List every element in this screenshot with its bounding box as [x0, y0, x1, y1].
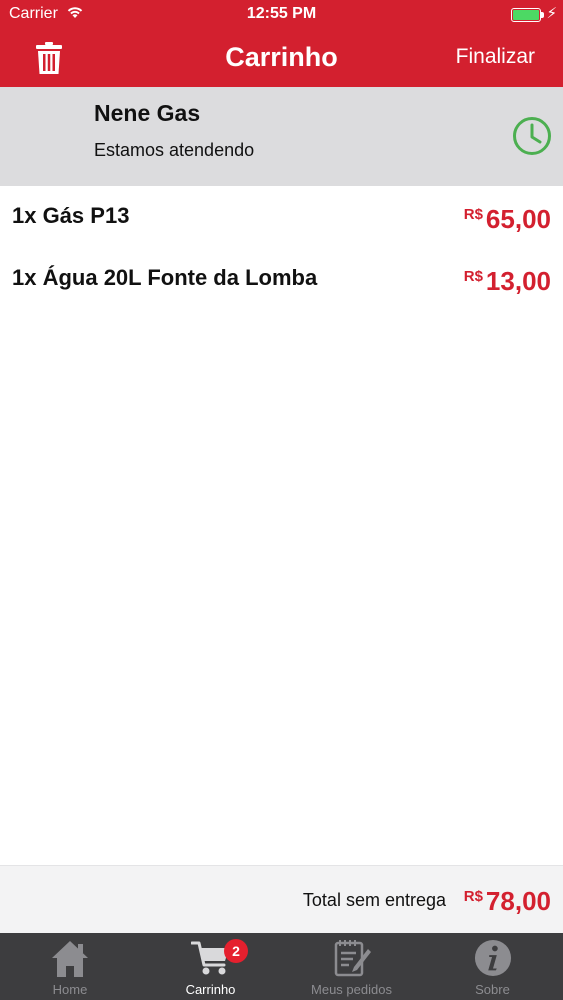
- tab-orders[interactable]: Meus pedidos: [281, 933, 422, 1000]
- tab-label: Carrinho: [185, 982, 236, 997]
- battery-tip: [541, 12, 544, 18]
- tab-bar: Home 2 Carrinho Meus pedidos Sobre: [0, 933, 563, 1000]
- cart-badge: 2: [224, 939, 248, 963]
- info-icon: [473, 939, 513, 982]
- total-price: R$ 78,00: [464, 886, 551, 917]
- tab-label: Meus pedidos: [311, 982, 392, 997]
- item-price: R$ 13,00: [464, 266, 551, 297]
- cart-item[interactable]: 1x Gás P13 R$ 65,00: [0, 186, 563, 248]
- item-description: 1x Água 20L Fonte da Lomba: [12, 265, 318, 290]
- tab-home[interactable]: Home: [0, 933, 140, 1000]
- status-bar: Carrier 12:55 PM ⚡: [0, 0, 563, 30]
- item-price: R$ 65,00: [464, 204, 551, 235]
- total-label: Total sem entrega: [302, 890, 446, 910]
- item-amount: 65,00: [485, 204, 551, 234]
- store-name: Nene Gas: [94, 100, 201, 126]
- store-status: Estamos atendendo: [94, 140, 255, 160]
- clock-icon: [512, 116, 552, 156]
- home-icon: [50, 939, 90, 982]
- item-description: 1x Gás P13: [12, 203, 130, 228]
- tab-label: Sobre: [475, 982, 510, 997]
- clock-time: 12:55 PM: [246, 5, 317, 22]
- total-bar: Total sem entrega R$ 78,00: [0, 865, 563, 933]
- currency-symbol: R$: [463, 888, 483, 905]
- navigation-bar: Carrinho Finalizar: [0, 30, 563, 87]
- top-bar: Carrier 12:55 PM ⚡ Carrinho Finalizar: [0, 0, 563, 87]
- item-amount: 13,00: [485, 266, 551, 296]
- total-amount: 78,00: [485, 886, 551, 916]
- battery-icon: [511, 8, 541, 22]
- tab-about[interactable]: Sobre: [422, 933, 563, 1000]
- currency-symbol: R$: [463, 268, 483, 285]
- store-header[interactable]: Nene Gas Estamos atendendo: [0, 87, 563, 186]
- tab-label: Home: [52, 982, 88, 997]
- orders-icon: [332, 939, 372, 982]
- charging-icon: ⚡: [546, 5, 557, 22]
- currency-symbol: R$: [463, 206, 483, 223]
- finalize-button[interactable]: Finalizar: [456, 45, 535, 69]
- cart-item[interactable]: 1x Água 20L Fonte da Lomba R$ 13,00: [0, 248, 563, 310]
- cart-item-list: 1x Gás P13 R$ 65,00 1x Água 20L Fonte da …: [0, 186, 563, 310]
- tab-cart[interactable]: 2 Carrinho: [140, 933, 281, 1000]
